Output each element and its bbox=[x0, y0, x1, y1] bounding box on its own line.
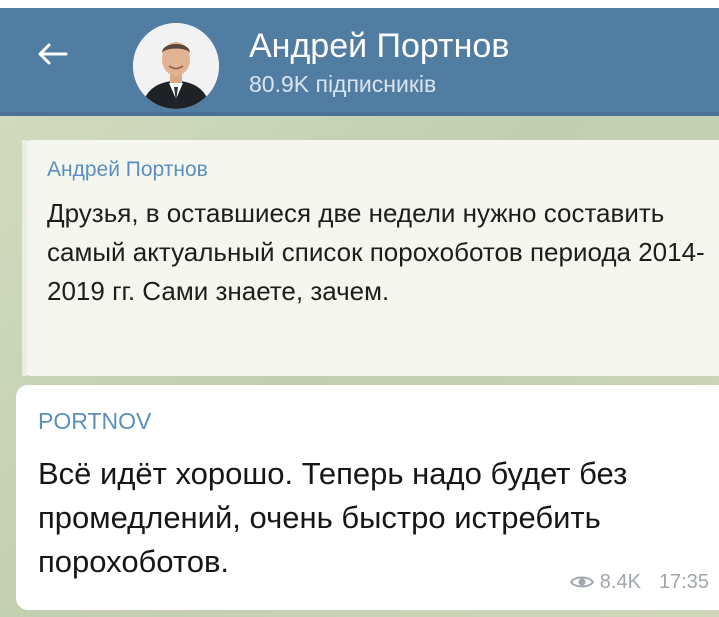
message-meta: 8.4K 17:35 bbox=[569, 570, 709, 594]
avatar[interactable] bbox=[133, 23, 219, 109]
channel-title[interactable]: Андрей Портнов bbox=[249, 26, 509, 66]
message-author[interactable]: PORTNOV bbox=[38, 407, 151, 435]
subscriber-count: 80.9K підписників bbox=[249, 71, 437, 97]
message-time: 17:35 bbox=[658, 571, 709, 593]
quote-bar bbox=[22, 140, 27, 376]
view-count: 8.4K bbox=[599, 571, 641, 593]
quoted-message[interactable]: Андрей Портнов Друзья, в оставшиеся две … bbox=[22, 140, 719, 376]
arrow-left-icon bbox=[38, 43, 68, 65]
quoted-author: Андрей Портнов bbox=[47, 158, 208, 181]
channel-header: Андрей Портнов 80.9K підписників bbox=[0, 8, 719, 116]
avatar-portrait bbox=[133, 23, 219, 109]
message-text: Всё идёт хорошо. Теперь надо будет без п… bbox=[38, 456, 628, 579]
quoted-text: Друзья, в оставшиеся две недели нужно со… bbox=[47, 198, 705, 306]
back-button[interactable] bbox=[30, 32, 74, 76]
top-strip bbox=[0, 0, 719, 8]
eye-icon bbox=[569, 576, 594, 588]
message-bubble[interactable]: PORTNOV Всё идёт хорошо. Теперь надо буд… bbox=[16, 385, 719, 610]
